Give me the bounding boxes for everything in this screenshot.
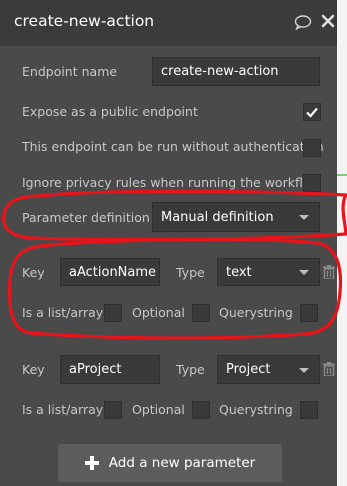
- param2-querystring-checkbox[interactable]: [300, 401, 318, 419]
- trash-icon[interactable]: [323, 362, 335, 376]
- no-auth-label: This endpoint can be run without authent…: [22, 139, 324, 154]
- chevron-down-icon: [299, 270, 309, 275]
- add-parameter-button[interactable]: Add a new parameter: [58, 444, 282, 482]
- param2-type-value: Project: [226, 362, 271, 377]
- background-app: [336, 0, 347, 486]
- no-auth-checkbox[interactable]: [303, 139, 321, 157]
- background-connector-line: [336, 174, 347, 176]
- parameter-definition-value: Manual definition: [161, 209, 274, 225]
- close-icon[interactable]: [321, 14, 335, 28]
- param2-type-label: Type: [176, 362, 205, 377]
- add-parameter-label: Add a new parameter: [108, 455, 256, 471]
- param2-optional-label: Optional: [132, 402, 185, 417]
- param2-querystring-label: Querystring: [219, 402, 293, 417]
- chevron-down-icon: [299, 215, 309, 220]
- endpoint-name-input[interactable]: create-new-action: [152, 57, 320, 86]
- plus-icon: [84, 456, 99, 470]
- param2-list-checkbox[interactable]: [104, 401, 122, 419]
- checkmark-icon: [306, 107, 318, 118]
- param2-key-label: Key: [22, 362, 45, 377]
- param1-optional-checkbox[interactable]: [192, 304, 210, 322]
- expose-public-checkbox[interactable]: [303, 103, 321, 121]
- endpoint-editor-panel: create-new-action Endpoint name create-n…: [0, 0, 337, 486]
- panel-titlebar: create-new-action: [0, 0, 337, 46]
- chat-bubble-icon[interactable]: [294, 15, 312, 30]
- param1-querystring-label: Querystring: [219, 305, 293, 320]
- parameter-definition-label: Parameter definition: [22, 210, 150, 225]
- param1-type-select[interactable]: text: [217, 258, 320, 286]
- param1-optional-label: Optional: [132, 305, 185, 320]
- param2-key-input[interactable]: aProject: [60, 355, 160, 384]
- param2-type-select[interactable]: Project: [217, 355, 320, 384]
- param1-type-value: text: [226, 264, 252, 280]
- ignore-privacy-checkbox[interactable]: [303, 174, 321, 192]
- expose-public-label: Expose as a public endpoint: [22, 104, 198, 119]
- param1-type-label: Type: [176, 265, 205, 280]
- chevron-down-icon: [299, 367, 309, 373]
- param1-list-checkbox[interactable]: [104, 304, 122, 322]
- param1-list-label: Is a list/array: [22, 305, 104, 320]
- param1-key-label: Key: [22, 265, 45, 280]
- parameter-definition-select[interactable]: Manual definition: [152, 202, 320, 232]
- trash-icon[interactable]: [323, 265, 335, 279]
- panel-title: create-new-action: [14, 12, 155, 30]
- endpoint-name-label: Endpoint name: [22, 64, 118, 79]
- param2-list-label: Is a list/array: [22, 402, 104, 417]
- param2-optional-checkbox[interactable]: [192, 401, 210, 419]
- ignore-privacy-label: Ignore privacy rules when running the wo…: [22, 175, 321, 190]
- param1-key-input[interactable]: aActionName: [60, 258, 160, 286]
- param1-querystring-checkbox[interactable]: [300, 304, 318, 322]
